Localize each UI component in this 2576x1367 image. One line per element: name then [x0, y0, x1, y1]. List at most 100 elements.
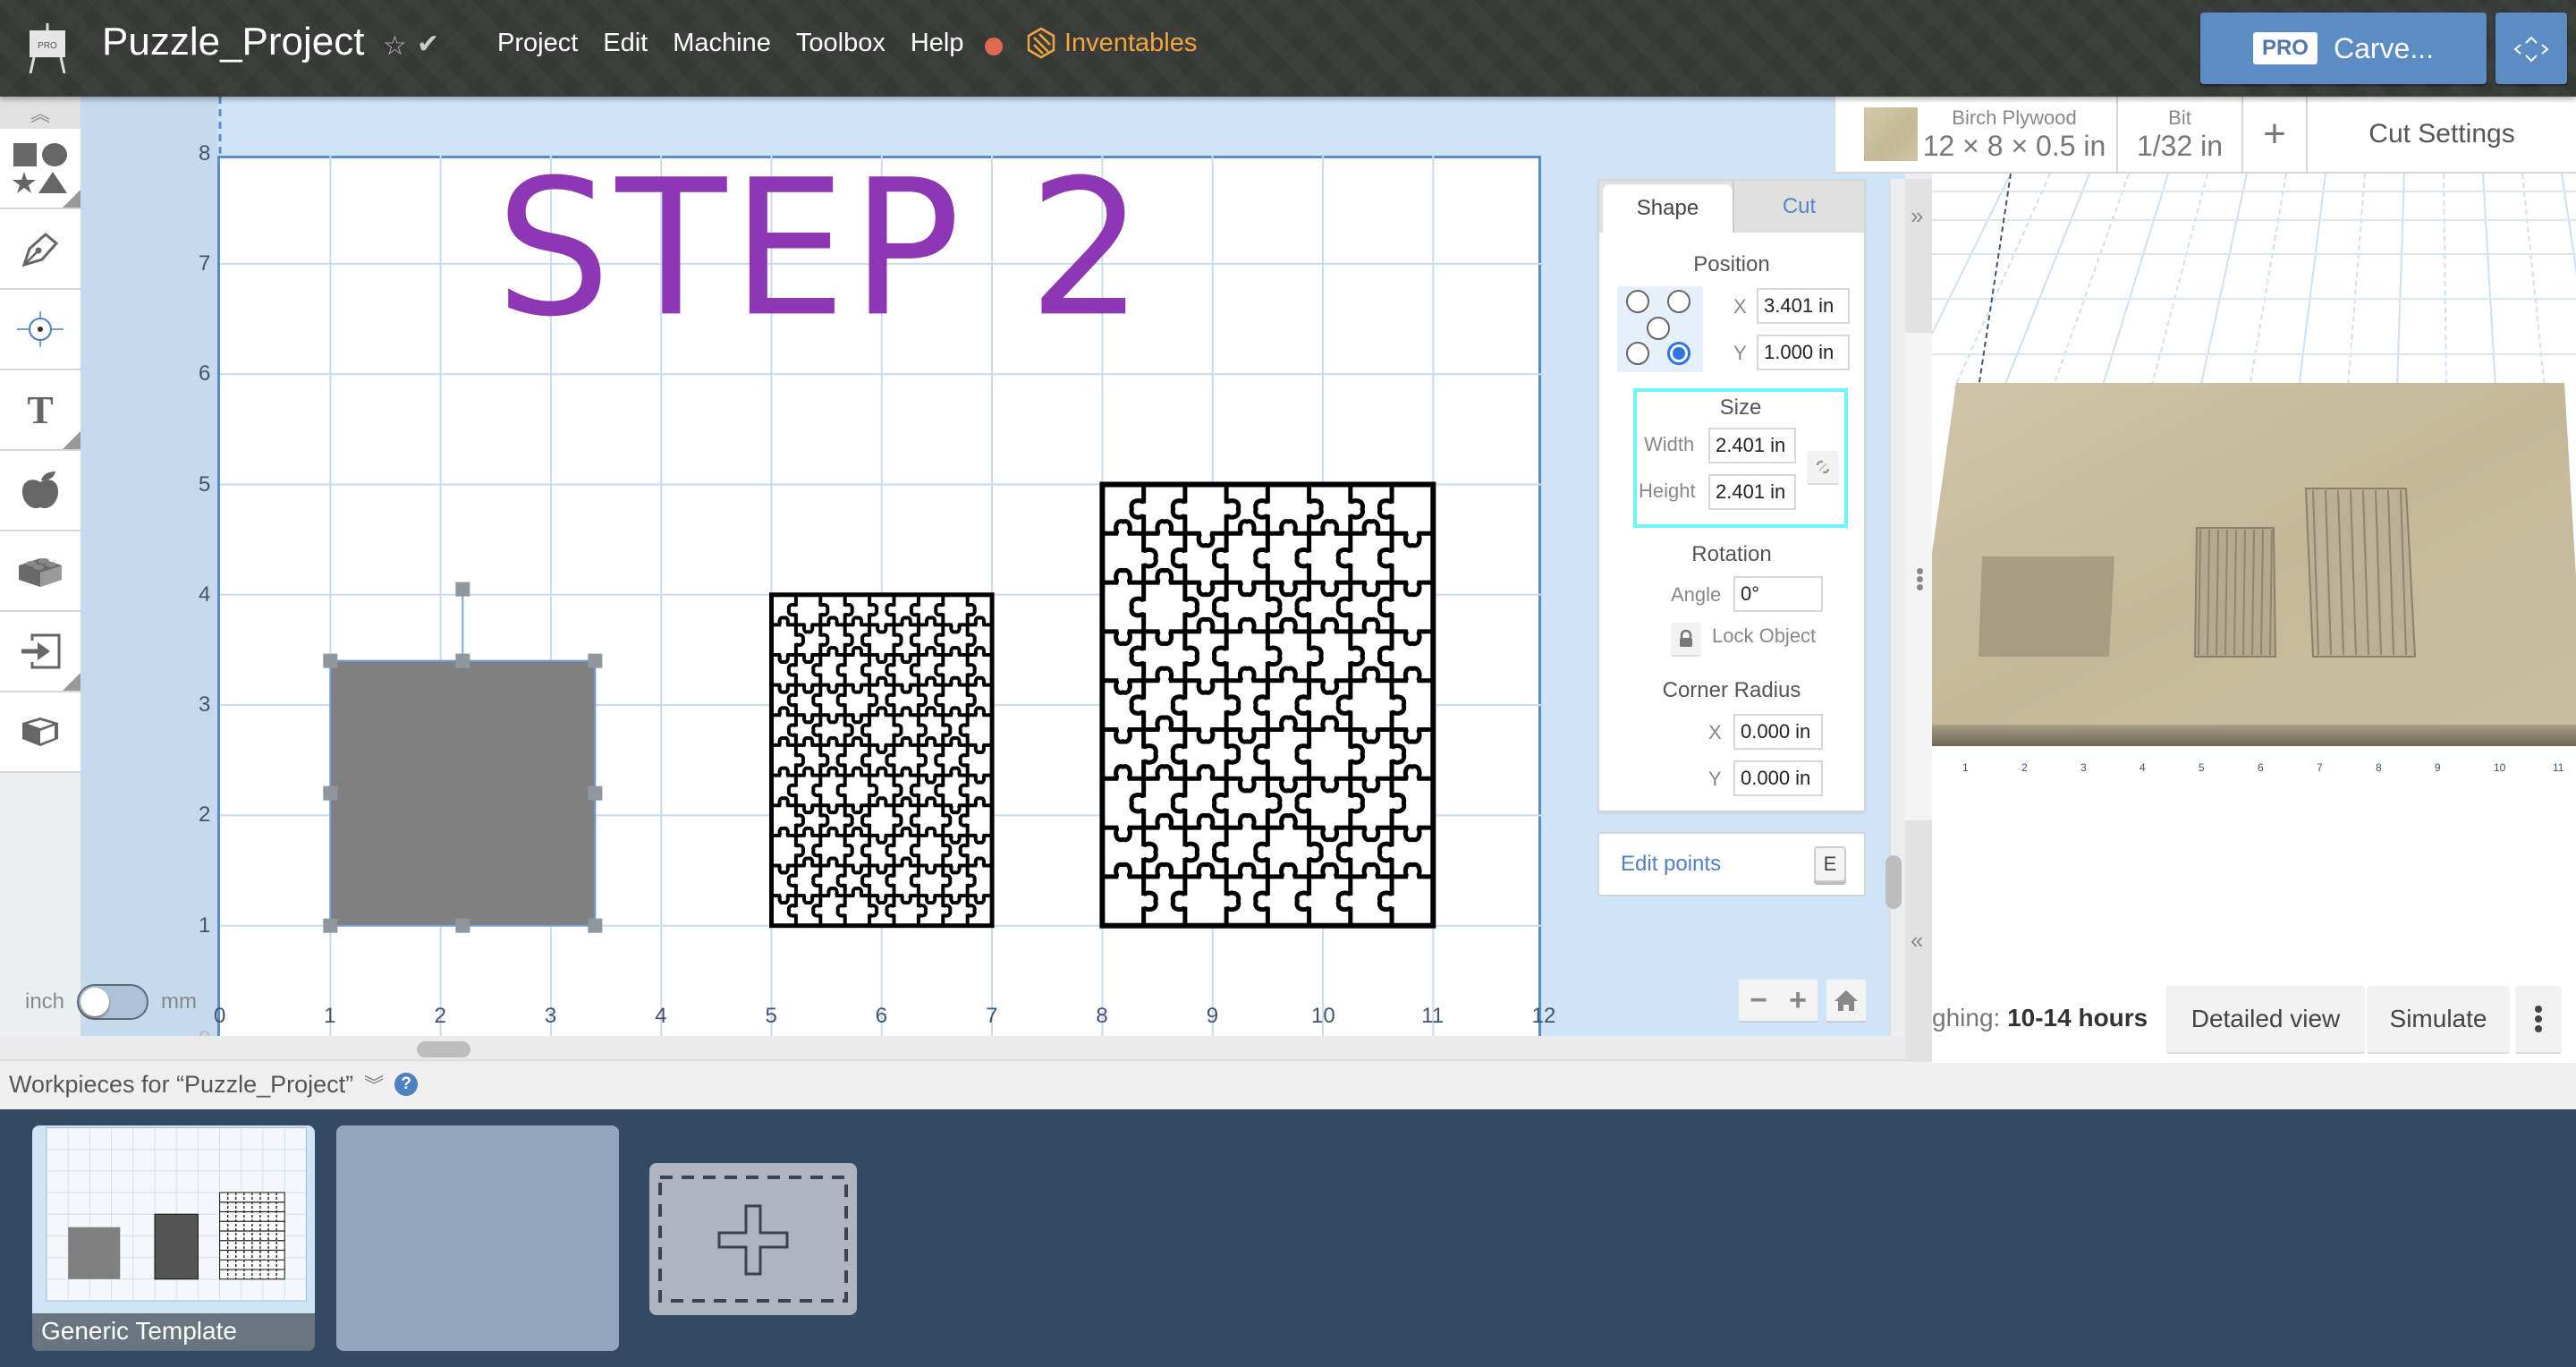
- help-icon[interactable]: ?: [394, 1073, 419, 1096]
- width-label: Width: [1644, 433, 1695, 455]
- edit-points-button[interactable]: Edit points E: [1597, 832, 1866, 896]
- zoom-out-button[interactable]: −: [1750, 983, 1767, 1018]
- width-input[interactable]: [1708, 428, 1796, 463]
- cut-settings-button[interactable]: Cut Settings: [2308, 97, 2576, 172]
- expand-workpieces-icon[interactable]: ︾: [364, 1070, 384, 1099]
- resize-handle[interactable]: [323, 918, 338, 933]
- preview-x-tick-label: 11: [2553, 761, 2564, 774]
- collapse-left-icon[interactable]: «: [1911, 927, 1923, 955]
- height-label: Height: [1639, 480, 1696, 502]
- anchor-selector: [1617, 286, 1703, 372]
- position-x-label: X: [1733, 295, 1747, 318]
- x-axis-tick-label: 7: [986, 1004, 998, 1028]
- workpieces-title-row[interactable]: Workpieces for “Puzzle_Project” ︾ ?: [9, 1070, 419, 1099]
- lock-object-row[interactable]: Lock Object: [1671, 623, 1816, 657]
- preview-grid-line: [1953, 174, 2051, 389]
- anchor-top-right[interactable]: [1667, 290, 1690, 313]
- zoom-home-button[interactable]: [1826, 980, 1866, 1023]
- y-axis-tick-label: 4: [199, 582, 211, 607]
- import-tool[interactable]: [0, 612, 80, 692]
- bit-selector[interactable]: Bit 1/32 in: [2118, 97, 2243, 172]
- resize-handle[interactable]: [588, 653, 603, 668]
- units-toggle[interactable]: inch mm: [25, 984, 197, 1020]
- resize-handle[interactable]: [588, 785, 603, 801]
- drag-handle-icon[interactable]: [1917, 568, 1924, 592]
- corner-y-input[interactable]: [1733, 760, 1823, 796]
- point-tool[interactable]: [0, 290, 80, 370]
- notification-dot[interactable]: [985, 38, 1003, 55]
- preview-grid-line: [2561, 174, 2576, 276]
- resize-handle[interactable]: [323, 785, 338, 801]
- icon-library-tool[interactable]: [0, 451, 80, 531]
- anchor-top-left[interactable]: [1626, 290, 1649, 313]
- easel-logo-icon[interactable]: PRO: [27, 23, 68, 73]
- inventables-label: Inventables: [1064, 28, 1198, 57]
- horizontal-scrollbar[interactable]: [0, 1036, 1905, 1061]
- anchor-center[interactable]: [1647, 317, 1670, 340]
- height-input[interactable]: [1708, 474, 1796, 510]
- resize-handle[interactable]: [323, 653, 338, 668]
- workpiece-card-empty[interactable]: [336, 1125, 619, 1351]
- add-workpiece-button[interactable]: [649, 1163, 857, 1315]
- position-y-label: Y: [1733, 342, 1747, 364]
- svg-text:PRO: PRO: [38, 41, 57, 51]
- inspector-scroll-thumb[interactable]: [1885, 855, 1902, 909]
- preview-x-tick-label: 7: [2317, 761, 2323, 774]
- estimate-value: 10-14 hours: [2007, 1004, 2148, 1032]
- anchor-bottom-right[interactable]: [1667, 342, 1690, 365]
- zoom-in-button[interactable]: +: [1789, 983, 1807, 1018]
- machine-jog-button[interactable]: [2496, 13, 2567, 84]
- preview-grid-line: [2003, 174, 2090, 389]
- horizontal-scroll-thumb[interactable]: [417, 1041, 470, 1057]
- menu-toolbox[interactable]: Toolbox: [796, 29, 886, 58]
- puzzle-large[interactable]: [1099, 481, 1436, 929]
- 3d-tool[interactable]: [0, 692, 80, 773]
- tab-cut[interactable]: Cut: [1733, 181, 1864, 233]
- preview-x-tick-label: 10: [2494, 761, 2506, 774]
- add-bit-button[interactable]: +: [2243, 97, 2308, 172]
- project-title[interactable]: Puzzle_Project: [102, 20, 364, 64]
- star-icon[interactable]: ☆: [383, 30, 407, 62]
- detailed-view-button[interactable]: Detailed view: [2166, 986, 2365, 1054]
- menu-project[interactable]: Project: [497, 29, 578, 58]
- position-x-input[interactable]: [1757, 288, 1850, 324]
- workpiece-card-generic-template[interactable]: Generic Template: [32, 1125, 315, 1351]
- simulate-button[interactable]: Simulate: [2367, 986, 2510, 1054]
- position-y-input[interactable]: [1757, 335, 1850, 370]
- apps-tool[interactable]: [0, 531, 80, 612]
- anchor-bottom-left[interactable]: [1626, 342, 1649, 365]
- preview-x-tick-label: 1: [1962, 761, 1969, 774]
- selected-rectangle[interactable]: [329, 659, 597, 927]
- resize-handle[interactable]: [588, 918, 603, 933]
- corner-x-input[interactable]: [1733, 714, 1823, 750]
- preview-x-tick-label: 4: [2140, 761, 2146, 774]
- angle-input[interactable]: [1733, 576, 1823, 612]
- menu-edit[interactable]: Edit: [603, 29, 648, 58]
- shapes-tool[interactable]: [0, 129, 80, 209]
- text-tool[interactable]: T: [0, 370, 80, 451]
- puzzle-small[interactable]: [769, 592, 995, 929]
- material-selector[interactable]: Birch Plywood 12 × 8 × 0.5 in: [1835, 97, 2118, 172]
- resize-handle[interactable]: [455, 653, 470, 668]
- 3d-preview[interactable]: 1 2 3 4 5 6 7 8 9 10 11: [1932, 174, 2576, 1063]
- inventables-link[interactable]: Inventables: [1027, 27, 1197, 59]
- x-axis-tick-label: 9: [1206, 1004, 1219, 1028]
- expand-right-icon[interactable]: »: [1911, 202, 1923, 230]
- tab-shape[interactable]: Shape: [1603, 184, 1733, 233]
- size-title: Size: [1719, 395, 1762, 420]
- step-text-object[interactable]: STEP 2: [496, 139, 1148, 358]
- menu-help[interactable]: Help: [911, 29, 964, 58]
- pen-tool[interactable]: [0, 209, 80, 290]
- collapse-toolbar-button[interactable]: ︽: [0, 97, 80, 129]
- carve-button[interactable]: PRO Carve...: [2200, 13, 2487, 84]
- workpiece-label: Generic Template: [32, 1313, 315, 1351]
- preview-grid-line: [2396, 174, 2405, 389]
- resize-handle[interactable]: [455, 918, 470, 933]
- more-options-button[interactable]: [2515, 986, 2562, 1054]
- lock-icon[interactable]: [1671, 623, 1701, 657]
- inspector-tabs: Shape Cut: [1599, 181, 1864, 233]
- units-switch[interactable]: [77, 984, 149, 1020]
- menu-machine[interactable]: Machine: [673, 29, 771, 58]
- aspect-lock-button[interactable]: [1807, 451, 1839, 485]
- rotate-handle[interactable]: [455, 582, 470, 597]
